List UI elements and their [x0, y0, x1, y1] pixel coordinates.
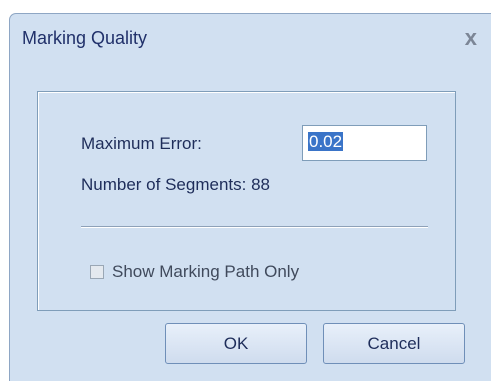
number-of-segments-text: Number of Segments: 88: [81, 175, 270, 194]
show-marking-path-only-checkbox[interactable]: [90, 265, 104, 279]
separator: [81, 226, 428, 228]
close-icon[interactable]: x: [465, 27, 477, 49]
show-marking-path-only-label: Show Marking Path Only: [112, 262, 300, 281]
dialog-title: Marking Quality: [22, 28, 148, 48]
ok-button[interactable]: OK: [165, 323, 307, 364]
maximum-error-input[interactable]: 0.02: [302, 125, 427, 161]
show-marking-path-only-option[interactable]: Show Marking Path Only: [90, 262, 299, 282]
marking-quality-dialog: Marking Quality x Maximum Error: 0.02 Nu…: [9, 13, 491, 381]
cancel-button[interactable]: Cancel: [323, 323, 465, 364]
maximum-error-value: 0.02: [308, 132, 344, 151]
settings-group: Maximum Error: 0.02 Number of Segments: …: [37, 91, 456, 311]
maximum-error-label: Maximum Error:: [81, 134, 202, 153]
